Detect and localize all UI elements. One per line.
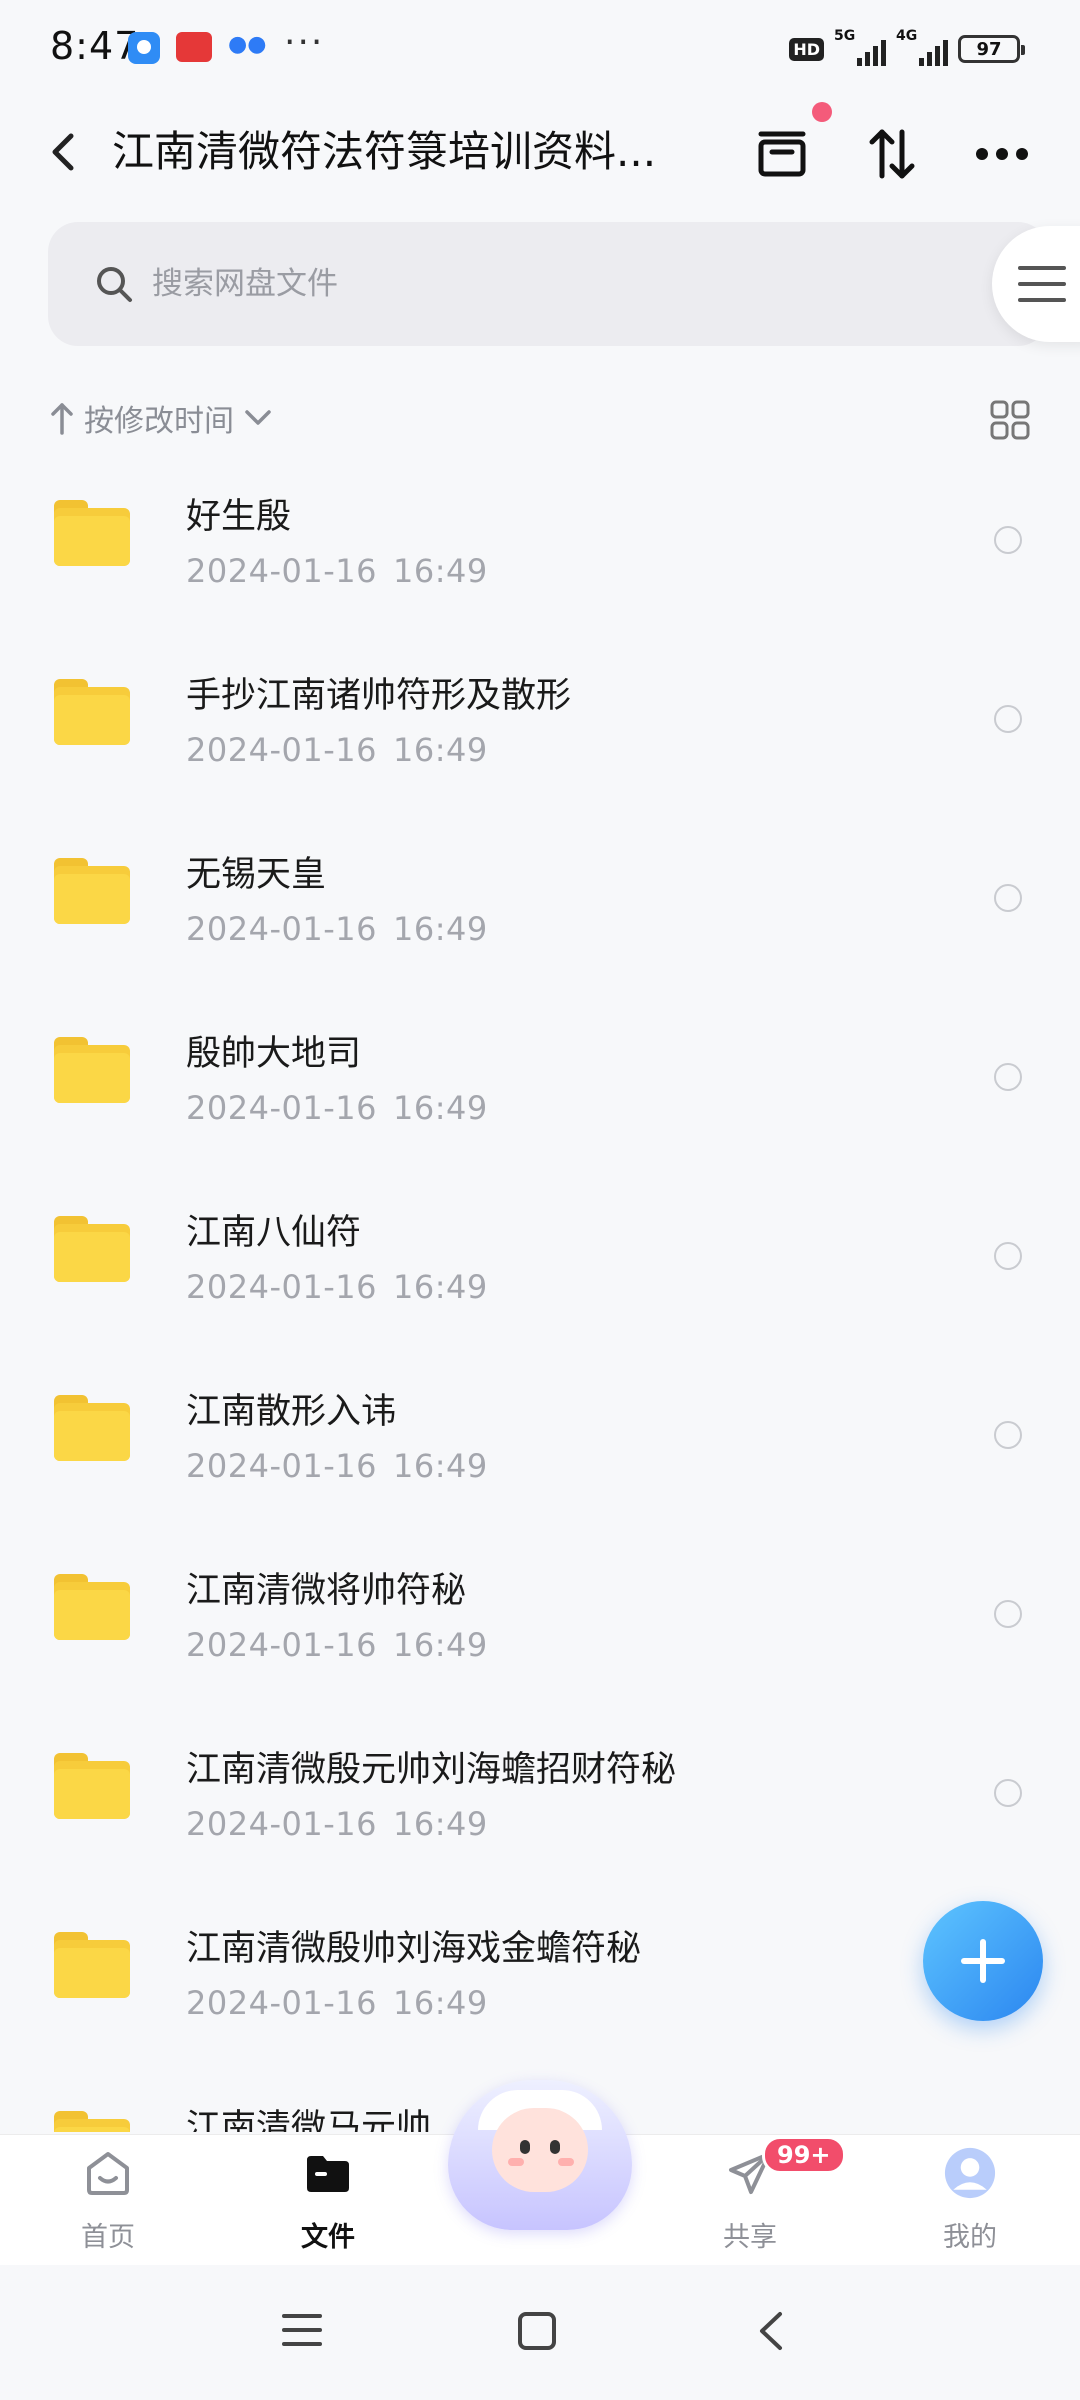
news-app-icon (176, 32, 212, 62)
back-button[interactable] (40, 124, 84, 180)
tab-files-label: 文件 (301, 2222, 355, 2253)
system-nav-bar (0, 2266, 1080, 2400)
modified-time: 2024-01-16 16:49 (186, 1268, 488, 1306)
battery-level: 97 (976, 38, 1002, 60)
share-badge: 99+ (762, 2136, 846, 2174)
select-checkbox[interactable] (994, 1063, 1022, 1091)
modified-time: 2024-01-16 16:49 (186, 1447, 488, 1485)
modified-time: 2024-01-16 16:49 (186, 1984, 488, 2022)
sort-up-arrow-icon (51, 403, 73, 435)
hd-indicator: HD (789, 37, 824, 61)
select-checkbox[interactable] (994, 526, 1022, 554)
avatar-icon (944, 2147, 996, 2199)
recents-menu-icon[interactable] (280, 2310, 324, 2350)
app-notification-icon (128, 32, 160, 64)
grid-view-icon[interactable] (990, 400, 1030, 440)
folder-icon (54, 1574, 130, 1640)
select-checkbox[interactable] (994, 1779, 1022, 1807)
more-options-button[interactable] (972, 124, 1032, 184)
select-checkbox[interactable] (994, 705, 1022, 733)
modified-time: 2024-01-16 16:49 (186, 731, 488, 769)
list-item[interactable]: 江南散形入讳 2024-01-16 16:49 (0, 1347, 1080, 1526)
more-dots-icon (976, 148, 1028, 160)
mascot-face (492, 2108, 588, 2192)
folder-name: 殷帥大地司 (186, 1034, 362, 1074)
search-input[interactable] (152, 258, 652, 310)
folder-name: 手抄江南诸帅符形及散形 (186, 676, 572, 716)
folder-icon (54, 1395, 130, 1461)
assistant-mascot-button[interactable] (448, 2080, 632, 2230)
folder-name: 江南清微将帅符秘 (186, 1571, 467, 1611)
inbox-icon (758, 131, 806, 177)
signal-4g-icon: 4G (896, 28, 948, 66)
battery-icon: 97 (958, 35, 1025, 63)
system-back-icon[interactable] (756, 2310, 786, 2352)
home-icon (82, 2147, 134, 2199)
list-item[interactable]: 好生殷 2024-01-16 16:49 (0, 452, 1080, 631)
folder-name: 江南清微殷帅刘海戏金蟾符秘 (186, 1929, 642, 1969)
folder-icon (54, 2111, 130, 2132)
signal-5g-icon: 5G (834, 28, 886, 66)
select-checkbox[interactable] (994, 1421, 1022, 1449)
tab-me-label: 我的 (943, 2222, 997, 2253)
folder-name: 江南八仙符 (186, 1213, 362, 1253)
transfer-list-button[interactable] (752, 124, 812, 184)
tab-home[interactable]: 首页 (38, 2135, 178, 2265)
list-item[interactable]: 江南清微殷帅刘海戏金蟾符秘 2024-01-16 16:49 (0, 1884, 1080, 2063)
select-checkbox[interactable] (994, 1600, 1022, 1628)
select-checkbox[interactable] (994, 884, 1022, 912)
list-item[interactable]: 手抄江南诸帅符形及散形 2024-01-16 16:49 (0, 631, 1080, 810)
modified-time: 2024-01-16 16:49 (186, 552, 488, 590)
tab-share-label: 共享 (723, 2222, 777, 2253)
search-icon (97, 267, 132, 302)
modified-time: 2024-01-16 16:49 (186, 1805, 488, 1843)
folder-nav-icon (302, 2147, 354, 2199)
folder-icon (54, 679, 130, 745)
list-item[interactable]: 无锡天皇 2024-01-16 16:49 (0, 810, 1080, 989)
list-item[interactable]: 殷帥大地司 2024-01-16 16:49 (0, 989, 1080, 1168)
folder-icon (54, 1216, 130, 1282)
header: 江南清微符法符箓培训资料... (0, 100, 1080, 204)
modified-time: 2024-01-16 16:49 (186, 1626, 488, 1664)
page-title: 江南清微符法符箓培训资料... (112, 127, 657, 176)
swap-vertical-icon (869, 129, 915, 179)
menu-lines-icon (1018, 266, 1066, 302)
sort-selector[interactable]: 按修改时间 (50, 396, 272, 440)
search-bar[interactable] (48, 222, 1048, 346)
list-item[interactable]: 江南八仙符 2024-01-16 16:49 (0, 1168, 1080, 1347)
modified-time: 2024-01-16 16:49 (186, 910, 488, 948)
folder-name: 江南清微殷元帅刘海蟾招财符秘 (186, 1750, 677, 1790)
sort-label: 按修改时间 (84, 404, 234, 439)
tab-files[interactable]: 文件 (258, 2135, 398, 2265)
folder-icon (54, 1037, 130, 1103)
folder-icon (54, 1753, 130, 1819)
home-square-icon[interactable] (516, 2310, 558, 2352)
folder-icon (54, 1932, 130, 1998)
file-list: 好生殷 2024-01-16 16:49 手抄江南诸帅符形及散形 2024-01-… (0, 452, 1080, 2132)
folder-name: 江南清微马元帅 (186, 2108, 432, 2132)
tab-home-label: 首页 (81, 2222, 135, 2253)
list-item[interactable]: 江南清微将帅符秘 2024-01-16 16:49 (0, 1526, 1080, 1705)
notification-dot (812, 102, 832, 122)
cloud-app-icon: ●● (228, 32, 267, 57)
folder-icon (54, 500, 130, 566)
add-button[interactable] (923, 1901, 1043, 2021)
status-time: 8:47 (50, 24, 140, 68)
folder-name: 无锡天皇 (186, 855, 327, 895)
tab-me[interactable]: 我的 (900, 2135, 1040, 2265)
folder-name: 江南散形入讳 (186, 1392, 397, 1432)
back-arrow-icon (52, 133, 74, 171)
chevron-down-icon (245, 410, 271, 425)
status-bar: 8:47 ●● ··· HD 5G 4G 97 (0, 0, 1080, 96)
select-checkbox[interactable] (994, 1242, 1022, 1270)
sort-order-button[interactable] (862, 124, 922, 184)
modified-time: 2024-01-16 16:49 (186, 1089, 488, 1127)
more-notifications-icon: ··· (284, 22, 325, 63)
folder-icon (54, 858, 130, 924)
folder-name: 好生殷 (186, 497, 292, 537)
list-item[interactable]: 江南清微殷元帅刘海蟾招财符秘 2024-01-16 16:49 (0, 1705, 1080, 1884)
